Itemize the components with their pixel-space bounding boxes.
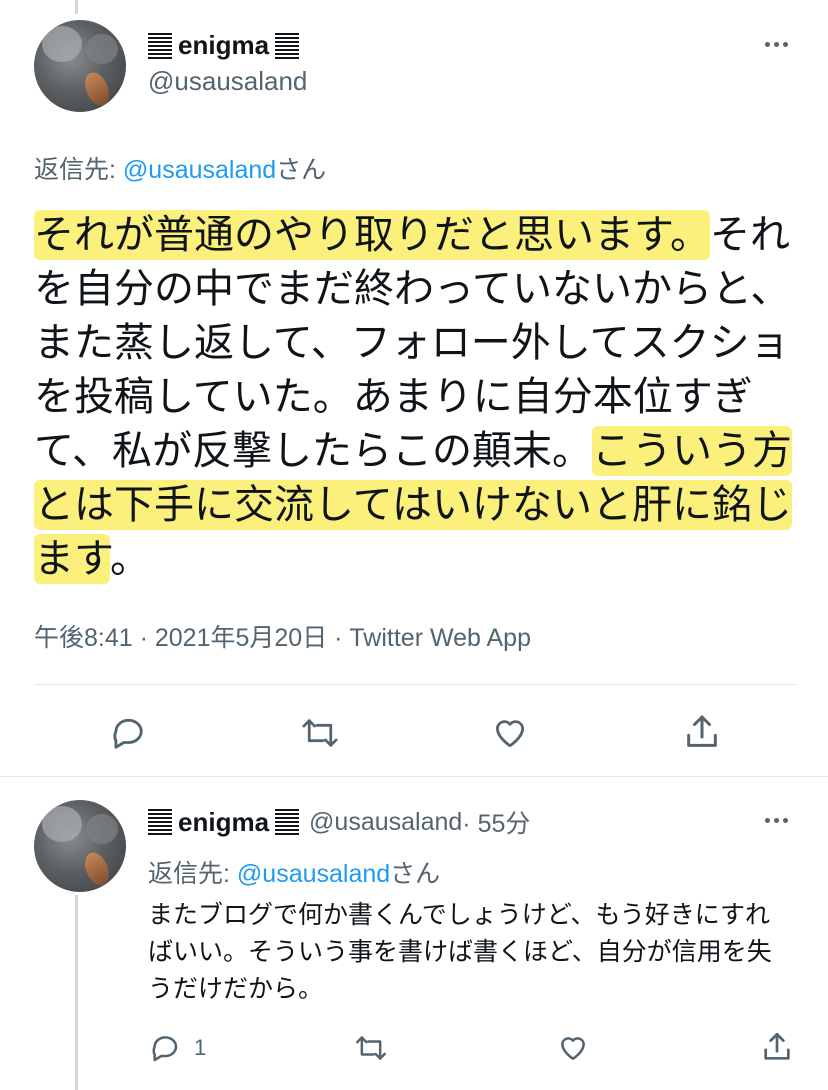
reply-to-prefix: 返信先: xyxy=(148,860,237,888)
reply-more-options-icon[interactable] xyxy=(765,818,788,823)
reply-time[interactable]: · 55分 xyxy=(462,804,530,840)
reply-icon xyxy=(148,1032,180,1064)
reply-reply-button[interactable]: 1 xyxy=(148,1032,206,1064)
reply-count: 1 xyxy=(194,1035,207,1060)
bars-icon xyxy=(275,809,300,835)
author-name-row[interactable]: enigma xyxy=(148,30,300,61)
bars-icon xyxy=(148,32,172,59)
divider xyxy=(0,776,828,777)
reply-to-prefix: 返信先: xyxy=(34,156,123,184)
reply-retweet-button[interactable] xyxy=(354,1032,388,1064)
retweet-button[interactable] xyxy=(300,714,340,752)
reply-icon xyxy=(108,714,146,752)
bars-icon xyxy=(148,809,172,835)
reply-reply-to-line: 返信先: @usausalandさん xyxy=(148,854,440,890)
share-button[interactable] xyxy=(682,712,722,752)
reply-avatar[interactable] xyxy=(34,800,126,892)
avatar[interactable] xyxy=(34,20,126,112)
reply-to-suffix: さん xyxy=(276,156,327,184)
like-button[interactable] xyxy=(490,714,530,752)
thread-line xyxy=(75,0,78,14)
divider xyxy=(34,684,796,685)
highlighted-text: それが普通のやり取りだと思います。 xyxy=(34,210,710,260)
like-icon xyxy=(556,1032,590,1064)
tweet-timestamp[interactable]: 午後8:41 · 2021年5月20日 · Twitter Web App xyxy=(34,618,531,654)
reply-to-mention[interactable]: @usausaland xyxy=(237,860,390,888)
reply-button[interactable] xyxy=(108,714,146,752)
thread-line xyxy=(75,895,78,1090)
reply-like-button[interactable] xyxy=(556,1032,590,1064)
reply-to-suffix: さん xyxy=(390,860,441,888)
reply-handle: @usausaland xyxy=(309,807,463,836)
tweet-text: それが普通のやり取りだと思います。それを自分の中でまだ終わっていないからと、また… xyxy=(34,208,794,586)
reply-share-button[interactable] xyxy=(760,1030,794,1064)
share-icon xyxy=(682,712,722,752)
reply-display-name: enigma xyxy=(178,806,270,837)
more-options-icon[interactable] xyxy=(765,42,788,47)
reply-tweet-text: またブログで何か書くんでしょうけど、もう好きにすればいい。そういう事を書けば書く… xyxy=(148,900,772,1003)
text-segment: 。 xyxy=(110,536,150,582)
reply-author-row[interactable]: enigma @usausaland · 55分 xyxy=(148,804,530,840)
like-icon xyxy=(490,714,530,752)
share-icon xyxy=(760,1030,794,1064)
retweet-icon xyxy=(354,1032,388,1064)
retweet-icon xyxy=(300,714,340,752)
author-handle[interactable]: @usausaland xyxy=(148,66,307,97)
reply-to-line: 返信先: @usausalandさん xyxy=(34,150,326,186)
bars-icon xyxy=(275,32,300,59)
reply-to-mention[interactable]: @usausaland xyxy=(123,156,276,184)
display-name: enigma xyxy=(178,30,270,60)
